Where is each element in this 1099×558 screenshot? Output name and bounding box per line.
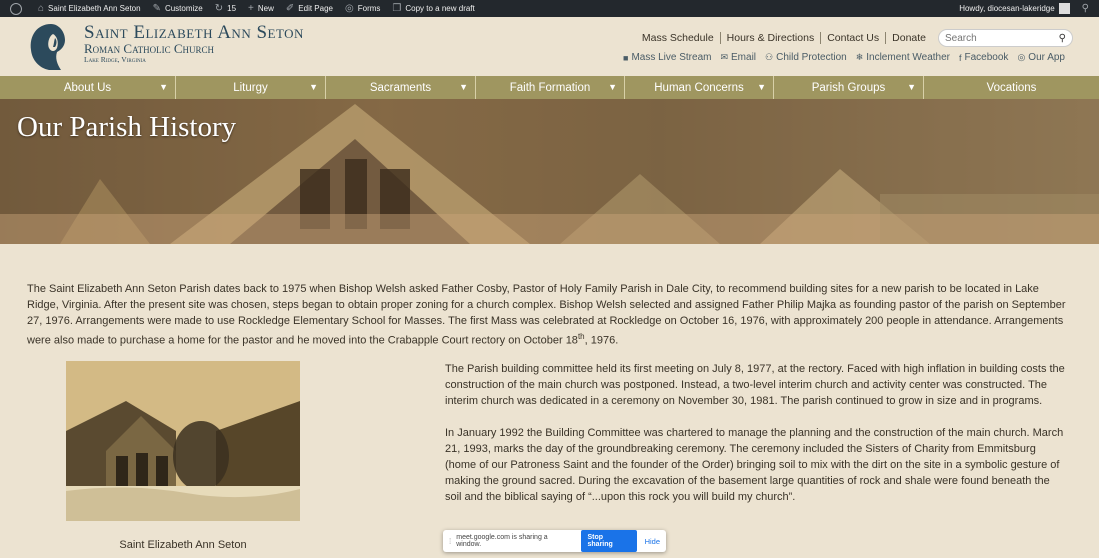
nav-parish-groups[interactable]: Parish Groups ▼ <box>774 76 924 99</box>
link-contact-us[interactable]: Contact Us <box>820 32 885 44</box>
avatar <box>1058 3 1070 14</box>
adminbar-new[interactable]: + New <box>242 0 280 17</box>
child-protection-icon: ⚇ <box>765 52 774 62</box>
secondary-links: ■ Mass Live Stream ✉ Email ⚇ Child Protecti… <box>614 52 1065 63</box>
dropdown-arrow-icon[interactable]: ▼ <box>309 82 318 92</box>
nav-about-us[interactable]: About Us ▼ <box>0 76 176 99</box>
search-icon: ⚲ <box>1081 3 1089 14</box>
search-icon[interactable]: ⚲ <box>1059 33 1066 44</box>
link-our-app[interactable]: ◎ Our App <box>1017 52 1065 63</box>
intro-paragraph: The Saint Elizabeth Ann Seton Parish dat… <box>27 283 1066 347</box>
adminbar-customize[interactable]: ✎ Customize <box>147 0 209 17</box>
saint-silhouette-logo-icon[interactable] <box>27 22 75 72</box>
hide-button[interactable]: Hide <box>645 537 660 546</box>
link-mass-schedule[interactable]: Mass Schedule <box>636 32 720 44</box>
link-mass-live-stream[interactable]: ■ Mass Live Stream <box>623 52 711 63</box>
link-email[interactable]: ✉ Email <box>720 52 756 63</box>
adminbar-account[interactable]: Howdy, diocesan-lakeridge <box>953 0 1075 17</box>
adminbar-updates[interactable]: ↻ 15 <box>209 0 242 17</box>
screen-share-bar: ⁞ meet.google.com is sharing a window. S… <box>443 530 666 552</box>
adminbar-copy-draft[interactable]: ❐ Copy to a new draft <box>386 0 480 17</box>
customize-icon: ✎ <box>152 3 161 14</box>
site-title-line3: Lake Ridge, Virginia <box>84 55 146 64</box>
email-icon: ✉ <box>720 52 729 62</box>
video-icon: ■ <box>623 52 629 63</box>
adminbar-forms[interactable]: ◎ Forms <box>339 0 386 17</box>
copy-icon: ❐ <box>392 3 402 14</box>
nav-vocations[interactable]: Vocations <box>924 76 1099 99</box>
link-hours-directions[interactable]: Hours & Directions <box>719 32 821 44</box>
edit-icon: ✐ <box>285 3 295 14</box>
search-input[interactable] <box>945 32 1055 44</box>
facebook-icon: f <box>959 52 962 63</box>
nav-faith-formation[interactable]: Faith Formation ▼ <box>476 76 625 99</box>
link-inclement-weather[interactable]: ❄ Inclement Weather <box>856 52 950 63</box>
wordpress-logo-button[interactable] <box>0 0 32 17</box>
dropdown-arrow-icon[interactable]: ▼ <box>459 82 468 92</box>
share-message: meet.google.com is sharing a window. <box>456 534 548 548</box>
snowflake-icon: ❄ <box>855 52 864 62</box>
dropdown-arrow-icon[interactable]: ▼ <box>159 82 168 92</box>
top-links: Mass Schedule Hours & Directions Contact… <box>636 29 1073 47</box>
drag-handle-icon[interactable]: ⁞ <box>449 537 451 546</box>
updates-icon: ↻ <box>214 3 224 14</box>
history-column: The Parish building committee held its f… <box>445 361 1069 521</box>
history-paragraph-3: In January 1992 the Building Committee w… <box>445 427 1064 503</box>
wordpress-icon <box>10 2 22 15</box>
wp-admin-bar: ⌂ Saint Elizabeth Ann Seton ✎ Customize ↻ 1… <box>0 0 1099 17</box>
nav-human-concerns[interactable]: Human Concerns ▼ <box>625 76 774 99</box>
dropdown-arrow-icon[interactable]: ▼ <box>757 82 766 92</box>
adminbar-edit-page[interactable]: ✐ Edit Page <box>280 0 339 17</box>
hero-banner: Our Parish History <box>0 99 1099 244</box>
link-donate[interactable]: Donate <box>885 32 932 44</box>
church-photo <box>66 361 300 521</box>
adminbar-site-name[interactable]: ⌂ Saint Elizabeth Ann Seton <box>32 0 147 17</box>
history-paragraph-2: The Parish building committee held its f… <box>445 363 1065 407</box>
adminbar-search-button[interactable]: ⚲ <box>1076 0 1099 17</box>
nav-sacraments[interactable]: Sacraments ▼ <box>326 76 476 99</box>
stop-sharing-button[interactable]: Stop sharing <box>580 530 637 552</box>
page-title: Our Parish History <box>17 111 237 143</box>
site-header: Saint Elizabeth Ann Seton Roman Catholic… <box>0 17 1099 76</box>
main-nav: About Us ▼ Liturgy ▼ Sacraments ▼ Faith For… <box>0 76 1099 99</box>
church-photo-image <box>66 361 300 521</box>
home-icon: ⌂ <box>38 3 45 14</box>
site-title-line2: Roman Catholic Church <box>84 41 215 56</box>
search-box: ⚲ <box>938 29 1073 47</box>
dropdown-arrow-icon[interactable]: ▼ <box>608 82 617 92</box>
photo-caption: Saint Elizabeth Ann Seton <box>119 539 247 551</box>
forms-icon: ◎ <box>345 3 354 14</box>
nav-liturgy[interactable]: Liturgy ▼ <box>176 76 326 99</box>
dropdown-arrow-icon[interactable]: ▼ <box>907 82 916 92</box>
link-facebook[interactable]: f Facebook <box>959 52 1008 63</box>
app-icon: ◎ <box>1017 52 1026 62</box>
plus-icon: + <box>248 3 254 14</box>
link-child-protection[interactable]: ⚇ Child Protection <box>765 52 847 63</box>
site-title-line1: Saint Elizabeth Ann Seton <box>84 22 304 43</box>
site-title[interactable]: Saint Elizabeth Ann Seton Roman Catholic… <box>84 23 304 65</box>
